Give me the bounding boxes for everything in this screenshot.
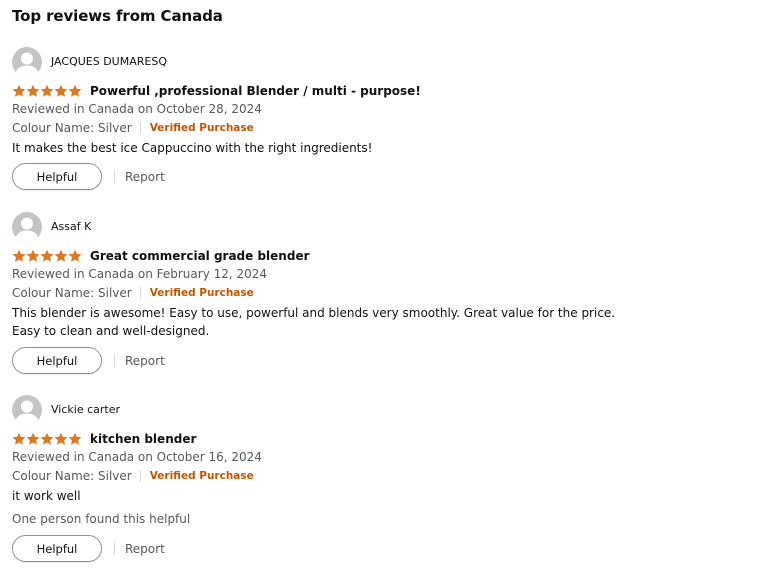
star-icon [12,249,26,263]
verified-purchase-badge: Verified Purchase [149,469,254,482]
star-rating[interactable] [12,432,82,446]
star-rating[interactable] [12,249,82,263]
star-rating[interactable] [12,84,82,98]
divider [139,286,141,299]
star-icon [12,84,26,98]
variant-info: Colour Name: Silver [12,468,132,483]
star-icon [26,249,40,263]
review-date: Reviewed in Canada on October 16, 2024 [12,450,262,464]
review-date: Reviewed in Canada on February 12, 2024 [12,267,268,281]
star-icon [40,249,54,263]
review-title[interactable]: Great commercial grade blender [90,248,310,264]
reviewer-profile[interactable]: JACQUES DUMARESQ [12,47,712,77]
divider [139,121,141,134]
review-card: Assaf K Great commercial grade blender R… [12,212,712,375]
helpful-button[interactable]: Helpful [12,347,102,374]
helpful-count-text: One person found this helpful [12,512,191,526]
review-title[interactable]: kitchen blender [90,431,196,447]
divider [114,354,115,367]
avatar-icon [12,212,42,242]
helpful-button[interactable]: Helpful [12,163,102,190]
star-icon [68,249,82,263]
reviewer-profile[interactable]: Vickie carter [12,395,712,425]
verified-purchase-badge: Verified Purchase [149,286,254,299]
variant-info: Colour Name: Silver [12,120,132,135]
star-icon [54,84,68,98]
star-icon [40,84,54,98]
star-icon [68,432,82,446]
reviewer-name: Assaf K [51,220,92,233]
review-body: This blender is awesome! Easy to use, po… [12,306,616,338]
avatar-icon [12,395,42,425]
review-date: Reviewed in Canada on October 28, 2024 [12,102,262,116]
review-body: it work well [12,489,81,503]
star-icon [12,432,26,446]
reviewer-name: JACQUES DUMARESQ [51,55,167,68]
reviewer-name: Vickie carter [51,403,120,416]
verified-purchase-badge: Verified Purchase [149,121,254,134]
star-icon [54,432,68,446]
section-title: Top reviews from Canada [12,7,223,25]
divider [114,542,115,555]
variant-info: Colour Name: Silver [12,285,132,300]
report-link[interactable]: Report [125,353,165,369]
review-card: Vickie carter kitchen blender Reviewed i… [12,395,712,563]
star-icon [26,84,40,98]
report-link[interactable]: Report [125,541,165,557]
reviewer-profile[interactable]: Assaf K [12,212,712,242]
star-icon [54,249,68,263]
helpful-button[interactable]: Helpful [12,535,102,562]
star-icon [40,432,54,446]
star-icon [68,84,82,98]
review-title[interactable]: Powerful ,professional Blender / multi -… [90,83,421,99]
review-card: JACQUES DUMARESQ Powerful ,professional … [12,47,712,191]
report-link[interactable]: Report [125,169,165,185]
divider [114,170,115,183]
avatar-icon [12,47,42,77]
divider [139,469,141,482]
review-body: It makes the best ice Cappuccino with th… [12,141,373,155]
star-icon [26,432,40,446]
